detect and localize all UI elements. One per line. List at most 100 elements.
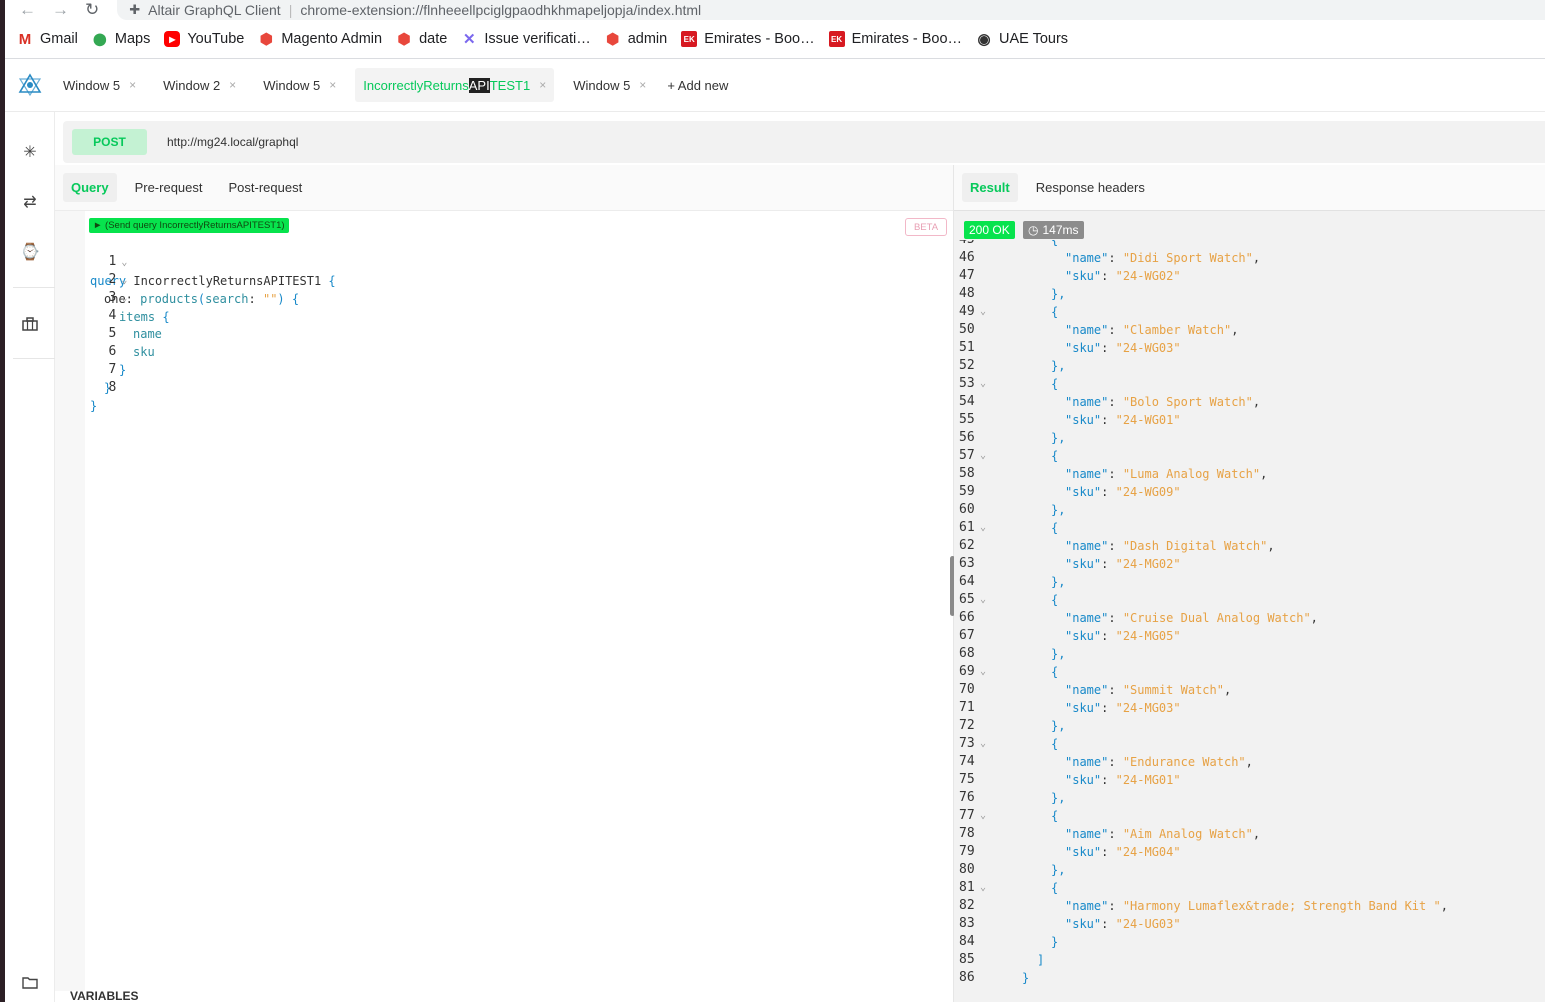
query-tab[interactable]: Pre-request: [127, 173, 211, 202]
close-tab-icon[interactable]: ×: [129, 78, 136, 92]
bookmark-item[interactable]: ✕ Issue verificati…: [461, 31, 591, 48]
variables-pane-toggle[interactable]: VARIABLES: [70, 989, 138, 1003]
fold-icon[interactable]: ⌄: [980, 303, 986, 321]
altair-logo-icon[interactable]: [5, 73, 55, 97]
fold-icon[interactable]: ⌄: [980, 807, 986, 825]
reload-icon[interactable]: ↻: [85, 0, 99, 20]
bookmark-item[interactable]: ▶ YouTube: [164, 31, 244, 47]
code-token: :: [1108, 395, 1123, 409]
code-token: },: [1051, 503, 1066, 517]
code-token: "name": [1065, 467, 1109, 481]
code-token: {: [1051, 377, 1059, 391]
line-number: 85: [959, 952, 975, 967]
folder-icon[interactable]: [5, 962, 55, 1002]
code-brace: }: [119, 363, 127, 377]
line-number: 73: [959, 736, 975, 751]
add-window-button[interactable]: + Add new: [667, 78, 728, 93]
line-number: 59: [959, 484, 975, 499]
bookmark-item[interactable]: ⬢ Magento Admin: [258, 31, 382, 48]
quote: ": [1245, 827, 1253, 841]
bookmark-item[interactable]: M Gmail: [17, 31, 78, 48]
line-number: 56: [959, 430, 975, 445]
line-number: 51: [959, 340, 975, 355]
sku-value: 24-WG01: [1122, 413, 1174, 427]
beta-badge[interactable]: BETA: [905, 218, 947, 236]
close-tab-icon[interactable]: ×: [539, 78, 546, 92]
fold-icon[interactable]: ⌄: [116, 290, 132, 308]
code-token: {: [1051, 809, 1059, 823]
quote: ": [1245, 395, 1253, 409]
code-token: "sku": [1065, 773, 1102, 787]
fold-icon[interactable]: ⌄: [980, 375, 986, 393]
bookmark-item[interactable]: ◉ UAE Tours: [976, 31, 1069, 48]
query-tab[interactable]: Query: [63, 173, 117, 202]
result-line: 71 "sku": "24-MG03": [954, 699, 1545, 717]
omnibox[interactable]: ✚ Altair GraphQL Client | chrome-extensi…: [117, 0, 1545, 20]
endpoint-url-input[interactable]: http://mg24.local/graphql: [167, 135, 298, 149]
fold-icon[interactable]: ⌄: [980, 519, 986, 537]
omnibox-separator: |: [288, 2, 293, 18]
code-token: "sku": [1065, 701, 1102, 715]
code-token: :: [1108, 683, 1123, 697]
window-tab[interactable]: Window 5 ×: [565, 68, 654, 102]
close-tab-icon[interactable]: ×: [229, 78, 236, 92]
result-line: 57 ⌄ {: [954, 447, 1545, 465]
fold-icon[interactable]: ⌄: [980, 447, 986, 465]
line-number: 47: [959, 268, 975, 283]
fold-icon[interactable]: ⌄: [980, 591, 986, 609]
line-number: 46: [959, 250, 975, 265]
result-viewer[interactable]: 45{46"name": "Didi Sport Watch",47"sku":…: [954, 240, 1545, 1002]
briefcase-icon[interactable]: [5, 304, 55, 344]
youtube-icon: ▶: [164, 31, 181, 47]
result-line: 48},: [954, 285, 1545, 303]
result-tab[interactable]: Result: [962, 173, 1018, 202]
bookmark-label: UAE Tours: [999, 31, 1069, 47]
bookmark-item[interactable]: EK Emirates - Boo…: [681, 31, 815, 47]
result-tab[interactable]: Response headers: [1028, 173, 1153, 202]
method-select[interactable]: POST: [72, 129, 147, 155]
address-url[interactable]: chrome-extension://flnheeellpciglgpaodhk…: [300, 2, 701, 18]
result-code: "name": "Harmony Lumaflex&trade; Strengt…: [1065, 897, 1448, 915]
result-code: "name": "Luma Analog Watch",: [1065, 465, 1267, 483]
window-tab[interactable]: Window 5 ×: [255, 68, 344, 102]
query-tab[interactable]: Post-request: [221, 173, 311, 202]
bookmark-item[interactable]: EK Emirates - Boo…: [828, 31, 962, 47]
close-tab-icon[interactable]: ×: [639, 78, 646, 92]
code-token: :: [1108, 251, 1123, 265]
watch-icon[interactable]: ⌚: [5, 232, 55, 272]
quote: ": [1173, 269, 1181, 283]
quote: ": [1245, 251, 1253, 265]
result-line: 52},: [954, 357, 1545, 375]
code-token: "name": [1065, 899, 1109, 913]
code-token: ,: [1260, 467, 1268, 481]
bookmark-item[interactable]: ⬤ Maps: [92, 31, 150, 47]
result-line: 77 ⌄ {: [954, 807, 1545, 825]
window-tab[interactable]: IncorrectlyReturnsAPITEST1 ×: [355, 68, 555, 102]
fold-icon[interactable]: ⌄: [980, 879, 986, 897]
line-number: 79: [959, 844, 975, 859]
result-code: },: [1051, 429, 1065, 447]
fold-icon[interactable]: ⌄: [980, 735, 986, 753]
close-tab-icon[interactable]: ×: [329, 78, 336, 92]
code-token: "sku": [1065, 413, 1102, 427]
line-number: 69: [959, 664, 975, 679]
forward-arrow-icon[interactable]: →: [52, 0, 69, 20]
swap-icon[interactable]: ⇄: [5, 182, 55, 222]
result-code: }: [1051, 933, 1058, 951]
magento-icon: ⬢: [606, 31, 620, 48]
back-arrow-icon[interactable]: ←: [19, 0, 36, 20]
code-token: "name": [1065, 251, 1109, 265]
window-tab[interactable]: Window 5 ×: [55, 68, 144, 102]
code-token: "name": [1065, 323, 1109, 337]
name-value: Aim Analog Watch: [1130, 827, 1246, 841]
sparkle-icon[interactable]: ✳: [5, 132, 55, 172]
fold-icon[interactable]: ⌄: [980, 663, 986, 681]
bookmark-item[interactable]: ⬢ date: [396, 31, 448, 48]
bookmark-label: Emirates - Boo…: [704, 31, 815, 47]
window-tab[interactable]: Window 2 ×: [155, 68, 244, 102]
quote: ": [1115, 341, 1123, 355]
result-line: 54 "name": "Bolo Sport Watch",: [954, 393, 1545, 411]
send-query-button[interactable]: ► (Send query IncorrectlyReturnsAPITEST1…: [89, 218, 289, 233]
bookmark-item[interactable]: ⬢ admin: [605, 31, 667, 48]
code-token: "name": [1065, 539, 1109, 553]
